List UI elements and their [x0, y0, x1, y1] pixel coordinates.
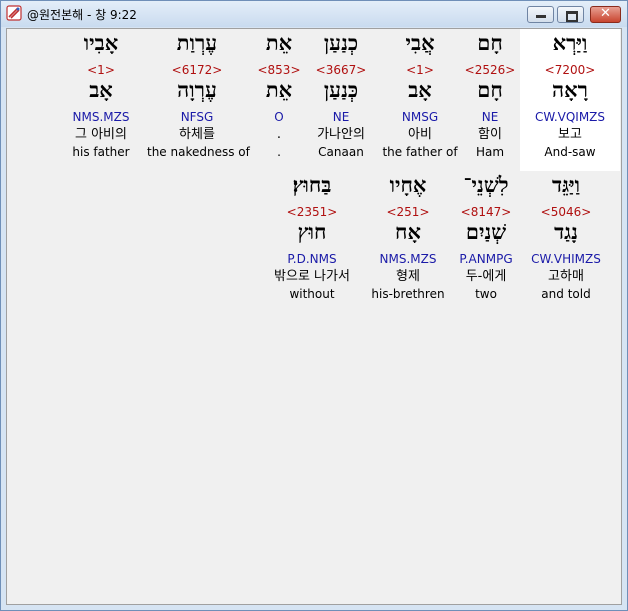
- window-title: @원전본해 - 창 9:22: [27, 8, 137, 22]
- title-bar[interactable]: @원전본해 - 창 9:22 ✕: [1, 1, 627, 27]
- word-cell[interactable]: בַּחוּץ׃ <2351> חוּץ P.D.NMS 밖으로 나가서 wit…: [256, 171, 368, 313]
- hebrew-word: עֶרְוַת: [176, 30, 218, 55]
- lemma-word: עֶרְוָה: [177, 77, 217, 102]
- korean-gloss: 밖으로 나가서: [274, 269, 350, 284]
- english-gloss: the nakedness of: [147, 145, 250, 159]
- minimize-button[interactable]: [527, 6, 554, 23]
- strong-number[interactable]: <2351>: [256, 205, 368, 219]
- strong-number[interactable]: <6172>: [147, 63, 247, 77]
- maximize-button[interactable]: [557, 6, 584, 23]
- parse-code: NFSG: [180, 110, 214, 124]
- maximize-icon: [566, 11, 578, 22]
- hebrew-word: אָבִיו: [83, 30, 119, 55]
- lemma-word: חוּץ: [297, 219, 327, 244]
- close-button[interactable]: ✕: [590, 6, 621, 23]
- parse-code: NMS.MZS: [72, 110, 130, 124]
- word-cell[interactable]: עֶרְוַת <6172> עֶרְוָה NFSG 하체를 the nake…: [147, 29, 250, 171]
- lemma-word: אָב: [89, 77, 113, 102]
- parse-code: P.D.NMS: [287, 252, 337, 266]
- interlinear-view[interactable]: וַיַּרְא <7200> רָאָה CW.VQIMZS 보고 And-s…: [6, 28, 622, 605]
- strong-number[interactable]: <251>: [358, 205, 458, 219]
- korean-gloss: 형제: [396, 269, 420, 284]
- word-cell[interactable]: אָבִיו <1> אָב NMS.MZS 그 아비의 his father: [51, 29, 151, 171]
- minimize-icon: [536, 15, 546, 18]
- korean-gloss: 하체를: [179, 127, 215, 142]
- hebrew-word: אֶחָיו: [389, 172, 427, 197]
- strong-number[interactable]: <1>: [51, 63, 151, 77]
- english-gloss: his-brethren: [371, 287, 445, 301]
- english-gloss: without: [289, 287, 335, 301]
- app-window: @원전본해 - 창 9:22 ✕ וַיַּרְא <7200> רָאָה C…: [0, 0, 628, 611]
- korean-gloss: 그 아비의: [75, 127, 127, 142]
- lemma-word: אָח: [395, 219, 421, 244]
- bible-app-icon: [6, 5, 22, 21]
- close-icon: ✕: [600, 6, 611, 21]
- english-gloss: his father: [72, 145, 130, 159]
- parse-code: NMS.MZS: [379, 252, 437, 266]
- word-cell[interactable]: אֶחָיו <251> אָח NMS.MZS 형제 his-brethren: [358, 171, 458, 313]
- hebrew-word: בַּחוּץ׃: [292, 172, 332, 197]
